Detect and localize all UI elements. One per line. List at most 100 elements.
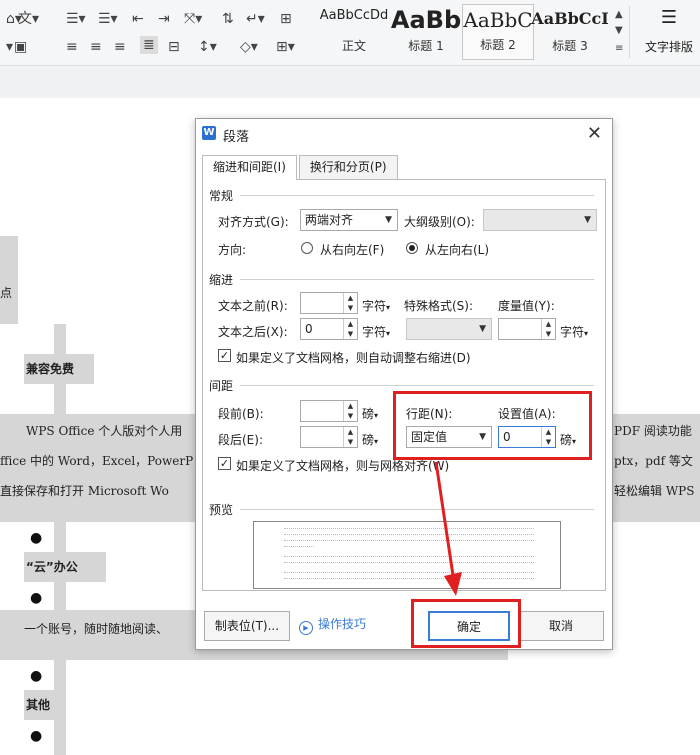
doc-fragment: 点 bbox=[0, 286, 13, 300]
style-heading-2[interactable]: AaBbC 标题 2 bbox=[462, 4, 534, 60]
clear-format-icon[interactable]: ▾ bbox=[6, 38, 13, 56]
list-bullet: ● bbox=[30, 530, 43, 546]
doc-paragraph-line: WPS Office 个人版对个人用 bbox=[26, 424, 183, 438]
doc-paragraph-line: ffice 中的 Word，Excel，PowerP bbox=[0, 454, 194, 468]
annotation-highlight-ok bbox=[411, 599, 521, 648]
tab-stops-button[interactable]: 制表位(T)... bbox=[204, 611, 290, 641]
scroll-down-icon[interactable]: ▼ bbox=[615, 22, 623, 40]
space-before-input[interactable]: ▲ ▼ bbox=[300, 400, 358, 422]
doc-paragraph-line: PDF 阅读功能 bbox=[614, 424, 692, 438]
chevron-down-icon: ▾ bbox=[584, 329, 589, 338]
numbered-list-icon[interactable]: ☰▾ bbox=[98, 10, 118, 28]
cancel-button[interactable]: 取消 bbox=[518, 611, 604, 641]
auto-right-indent-checkbox[interactable]: ✓ bbox=[218, 349, 231, 362]
style-sample: AaBbC bbox=[463, 9, 533, 31]
paragraph-dialog: W 段落 ✕ 缩进和间距(I) 换行和分页(P) 常规 对齐方式(G): 两端对… bbox=[195, 118, 613, 650]
dialog-titlebar[interactable]: W 段落 ✕ bbox=[196, 119, 612, 149]
show-marks-icon[interactable]: ↵▾ bbox=[246, 10, 265, 28]
increase-indent-icon[interactable]: ⇥ bbox=[158, 10, 170, 28]
snap-to-grid-checkbox[interactable]: ✓ bbox=[218, 457, 231, 470]
spin-buttons[interactable]: ▲ ▼ bbox=[343, 427, 357, 447]
indent-after-value: 0 bbox=[305, 322, 313, 336]
ribbon-toolbar: ⌂▾ 文▾ ▾ ▣ ☰▾ ☰▾ ⇤ ⇥ ⤧▾ ⇅ ↵▾ ⊞ ≡ ≡ ≡ ≣ ⊟ … bbox=[0, 0, 700, 66]
alignment-select[interactable]: 两端对齐 ▼ bbox=[300, 209, 398, 231]
expand-gallery-icon[interactable]: ≡ bbox=[615, 40, 623, 58]
tab-line-page-breaks[interactable]: 换行和分页(P) bbox=[298, 155, 398, 179]
dialog-title: 段落 bbox=[223, 130, 250, 145]
style-heading-3[interactable]: AaBbCcI 标题 3 bbox=[531, 4, 608, 60]
chinese-layout-icon[interactable]: ⤧▾ bbox=[184, 10, 202, 28]
table-grid-icon[interactable]: ⊞ bbox=[280, 10, 292, 28]
chevron-down-icon: ▾ bbox=[386, 329, 391, 338]
decrease-indent-icon[interactable]: ⇤ bbox=[132, 10, 144, 28]
outline-level-select[interactable]: ▼ bbox=[483, 209, 597, 231]
bullet-list-icon[interactable]: ☰▾ bbox=[66, 10, 86, 28]
unit-label: 字符 bbox=[560, 325, 585, 339]
distributed-align-icon[interactable]: ⊟ bbox=[168, 38, 180, 56]
annotation-arrow bbox=[434, 461, 462, 596]
tab-indent-spacing[interactable]: 缩进和间距(I) bbox=[202, 155, 297, 180]
borders-icon[interactable]: ⊞▾ bbox=[276, 38, 295, 56]
list-bullet: ● bbox=[30, 590, 43, 606]
dialog-tabs: 缩进和间距(I) 换行和分页(P) bbox=[202, 155, 400, 180]
measure-unit[interactable]: 字符▾ bbox=[560, 323, 588, 340]
list-bullet: ● bbox=[30, 728, 43, 744]
line-spacing-icon[interactable]: ↕▾ bbox=[198, 38, 217, 56]
character-border-icon[interactable]: ▣ bbox=[14, 38, 27, 56]
tips-label: 操作技巧 bbox=[318, 617, 367, 631]
special-format-label: 特殊格式(S): bbox=[404, 299, 474, 313]
style-sample: AaBb bbox=[390, 8, 462, 32]
chevron-down-icon: ▾ bbox=[374, 411, 379, 420]
auto-right-indent-label: 如果定义了文档网格，则自动调整右缩进(D) bbox=[236, 351, 471, 365]
space-after-label: 段后(E): bbox=[218, 433, 263, 447]
paragraph-preview bbox=[253, 521, 561, 589]
wps-writer-icon: W bbox=[202, 126, 216, 140]
spin-buttons[interactable]: ▲ ▼ bbox=[541, 319, 555, 339]
sort-icon[interactable]: ⇅ bbox=[222, 10, 234, 28]
measure-label: 度量值(Y): bbox=[498, 299, 555, 313]
space-before-unit[interactable]: 磅▾ bbox=[362, 405, 378, 422]
text-layout-button[interactable]: ☰ 文字排版 bbox=[641, 6, 697, 55]
style-heading-1[interactable]: AaBb 标题 1 bbox=[390, 4, 462, 60]
outline-level-label: 大纲级别(O): bbox=[404, 215, 475, 229]
shading-icon[interactable]: ◇▾ bbox=[240, 38, 258, 56]
justify-icon[interactable]: ≣ bbox=[140, 36, 158, 54]
ltr-radio[interactable] bbox=[406, 242, 418, 254]
play-icon: ▶ bbox=[299, 621, 313, 635]
section-spacing: 间距 bbox=[209, 379, 234, 393]
indent-before-unit[interactable]: 字符▾ bbox=[362, 297, 390, 314]
doc-paragraph-line: 直接保存和打开 Microsoft Wo bbox=[0, 484, 169, 498]
align-left-icon[interactable]: ≡ bbox=[66, 38, 78, 56]
preview-line bbox=[284, 556, 534, 557]
section-divider bbox=[240, 509, 594, 510]
align-center-icon[interactable]: ≡ bbox=[90, 38, 102, 56]
chevron-down-icon: ▼ bbox=[584, 215, 591, 225]
alignment-value: 两端对齐 bbox=[305, 213, 354, 227]
doc-heading: 其他 bbox=[26, 698, 51, 712]
indent-before-label: 文本之前(R): bbox=[218, 299, 288, 313]
style-name: 标题 2 bbox=[480, 38, 516, 52]
doc-heading: “云”办公 bbox=[26, 560, 78, 574]
spin-buttons[interactable]: ▲ ▼ bbox=[343, 401, 357, 421]
indent-after-input[interactable]: 0 ▲ ▼ bbox=[300, 318, 358, 340]
space-after-input[interactable]: ▲ ▼ bbox=[300, 426, 358, 448]
align-right-icon[interactable]: ≡ bbox=[114, 38, 126, 56]
preview-line bbox=[284, 562, 534, 563]
special-format-select[interactable]: ▼ bbox=[406, 318, 492, 340]
chevron-down-icon: ▼ bbox=[385, 215, 392, 225]
close-icon[interactable]: ✕ bbox=[587, 123, 602, 144]
indent-before-input[interactable]: ▲ ▼ bbox=[300, 292, 358, 314]
rtl-radio[interactable] bbox=[301, 242, 313, 254]
preview-line bbox=[284, 540, 534, 541]
indent-after-unit[interactable]: 字符▾ bbox=[362, 323, 390, 340]
tips-link[interactable]: ▶ 操作技巧 bbox=[299, 615, 366, 635]
spin-buttons[interactable]: ▲ ▼ bbox=[343, 319, 357, 339]
space-after-unit[interactable]: 磅▾ bbox=[362, 431, 378, 448]
preview-line bbox=[284, 546, 314, 547]
section-general: 常规 bbox=[209, 189, 234, 203]
spin-buttons[interactable]: ▲ ▼ bbox=[343, 293, 357, 313]
style-name: 正文 bbox=[341, 39, 366, 53]
phonetic-guide-icon[interactable]: 文▾ bbox=[18, 10, 39, 28]
measure-input[interactable]: ▲ ▼ bbox=[498, 318, 556, 340]
style-normal[interactable]: AaBbCcDd 正文 bbox=[318, 4, 390, 60]
